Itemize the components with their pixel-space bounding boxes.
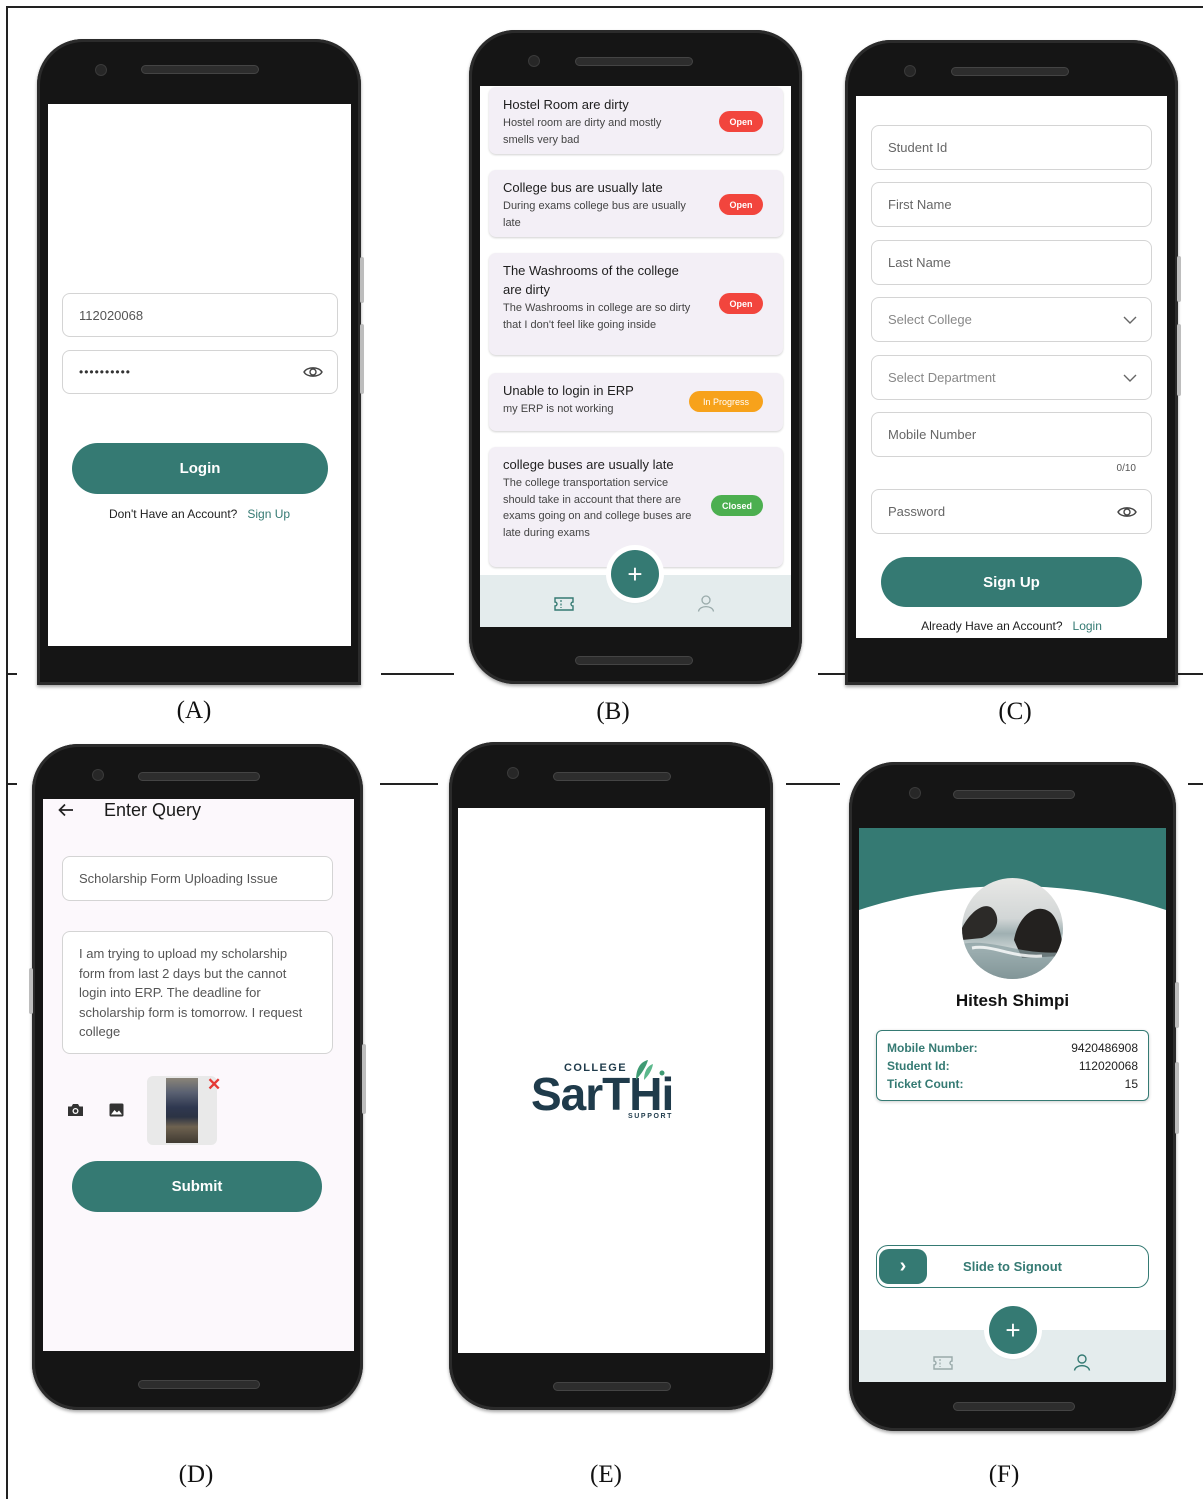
attachment-image [166, 1078, 198, 1143]
student-id-field[interactable]: Student Id [871, 125, 1152, 170]
phone-b: Hostel Room are dirty Hostel room are di… [469, 30, 802, 684]
ticket-card[interactable]: College bus are usually late During exam… [489, 170, 783, 237]
person-icon[interactable] [697, 595, 715, 612]
login-screen: 112020068 •••••••••• Login Don't Have an… [48, 104, 351, 646]
profile-screen: Hitesh Shimpi Mobile Number: 9420486908 S… [859, 828, 1166, 1382]
signup-link[interactable]: Sign Up [247, 507, 290, 521]
avatar[interactable] [962, 878, 1063, 979]
caption-e: (E) [590, 1461, 622, 1488]
phone-f: Hitesh Shimpi Mobile Number: 9420486908 S… [849, 762, 1179, 1431]
first-name-field[interactable]: First Name [871, 182, 1152, 227]
profile-name: Hitesh Shimpi [955, 991, 1070, 1010]
phone-e: COLLEGE SarTHi SUPPORT [449, 742, 773, 1410]
eye-icon[interactable] [303, 365, 323, 379]
gallery-icon[interactable] [109, 1103, 124, 1122]
status-badge: Open [719, 194, 763, 215]
phone-c: Student Id First Name Last Name Select C… [845, 40, 1181, 685]
status-badge: In Progress [689, 391, 763, 412]
back-arrow-icon[interactable] [58, 803, 74, 822]
page-title: Enter Query [104, 800, 202, 820]
signup-button[interactable]: Sign Up [881, 557, 1142, 607]
submit-button[interactable]: Submit [72, 1161, 322, 1212]
chevron-down-icon [1123, 374, 1137, 382]
signup-screen: Student Id First Name Last Name Select C… [856, 96, 1167, 638]
login-link[interactable]: Login [1073, 619, 1102, 633]
caption-b: (B) [596, 698, 630, 725]
camera-icon[interactable] [67, 1103, 84, 1122]
remove-attachment-icon[interactable]: ✕ [207, 1075, 221, 1095]
signup-prompt: Don't Have an Account? Sign Up [108, 507, 291, 521]
profile-info-card: Mobile Number: 9420486908 Student Id: 1120… [876, 1030, 1149, 1101]
ticket-card[interactable]: Unable to login in ERP my ERP is not wor… [489, 373, 783, 431]
password-input[interactable]: •••••••••• [62, 350, 338, 394]
caption-a: (A) [176, 697, 212, 724]
app-logo: COLLEGE SarTHi SUPPORT [458, 1058, 765, 1128]
ticket-card[interactable]: college buses are usually late The colle… [489, 447, 783, 567]
person-icon[interactable] [1073, 1354, 1091, 1371]
ticket-icon[interactable] [933, 1356, 953, 1370]
password-field[interactable]: Password [871, 489, 1152, 534]
caption-c: (C) [998, 698, 1032, 725]
caption-f: (F) [988, 1461, 1020, 1488]
status-badge: Open [719, 111, 763, 132]
add-ticket-button[interactable]: + [989, 1306, 1037, 1354]
ticket-list-screen: Hostel Room are dirty Hostel room are di… [480, 86, 791, 627]
caption-d: (D) [178, 1461, 214, 1488]
divider [381, 673, 454, 675]
mobile-char-counter: 0/10 [1116, 463, 1136, 474]
mobile-number-field[interactable]: Mobile Number [871, 412, 1152, 457]
department-select[interactable]: Select Department [871, 355, 1152, 400]
last-name-field[interactable]: Last Name [871, 240, 1152, 285]
divider [6, 783, 17, 785]
ticket-card[interactable]: The Washrooms of the college are dirty T… [489, 253, 783, 355]
status-badge: Open [719, 293, 763, 314]
slide-handle[interactable]: › [879, 1249, 927, 1284]
divider [1188, 783, 1203, 785]
phone-d: Enter Query Scholarship Form Uploading I… [29, 744, 366, 1410]
ticket-icon[interactable] [554, 597, 574, 611]
eye-icon[interactable] [1117, 505, 1137, 519]
login-prompt: Already Have an Account? Login [921, 619, 1102, 633]
chevron-down-icon [1123, 316, 1137, 324]
divider [380, 783, 438, 785]
divider [786, 783, 840, 785]
college-select[interactable]: Select College [871, 297, 1152, 342]
splash-screen: COLLEGE SarTHi SUPPORT [458, 808, 765, 1353]
slide-to-signout[interactable]: › Slide to Signout [876, 1245, 1149, 1288]
status-badge: Closed [711, 495, 763, 516]
leaf-icon [626, 1059, 666, 1086]
phone-a: 112020068 •••••••••• Login Don't Have an… [37, 39, 364, 685]
query-description-input[interactable]: I am trying to upload my scholarship for… [62, 931, 333, 1054]
add-ticket-button[interactable]: + [611, 550, 659, 598]
divider [6, 673, 17, 675]
ticket-card[interactable]: Hostel Room are dirty Hostel room are di… [489, 87, 783, 154]
login-button[interactable]: Login [72, 443, 328, 494]
student-id-input[interactable]: 112020068 [62, 293, 338, 337]
query-subject-input[interactable]: Scholarship Form Uploading Issue [62, 856, 333, 901]
enter-query-screen: Enter Query Scholarship Form Uploading I… [43, 799, 354, 1351]
